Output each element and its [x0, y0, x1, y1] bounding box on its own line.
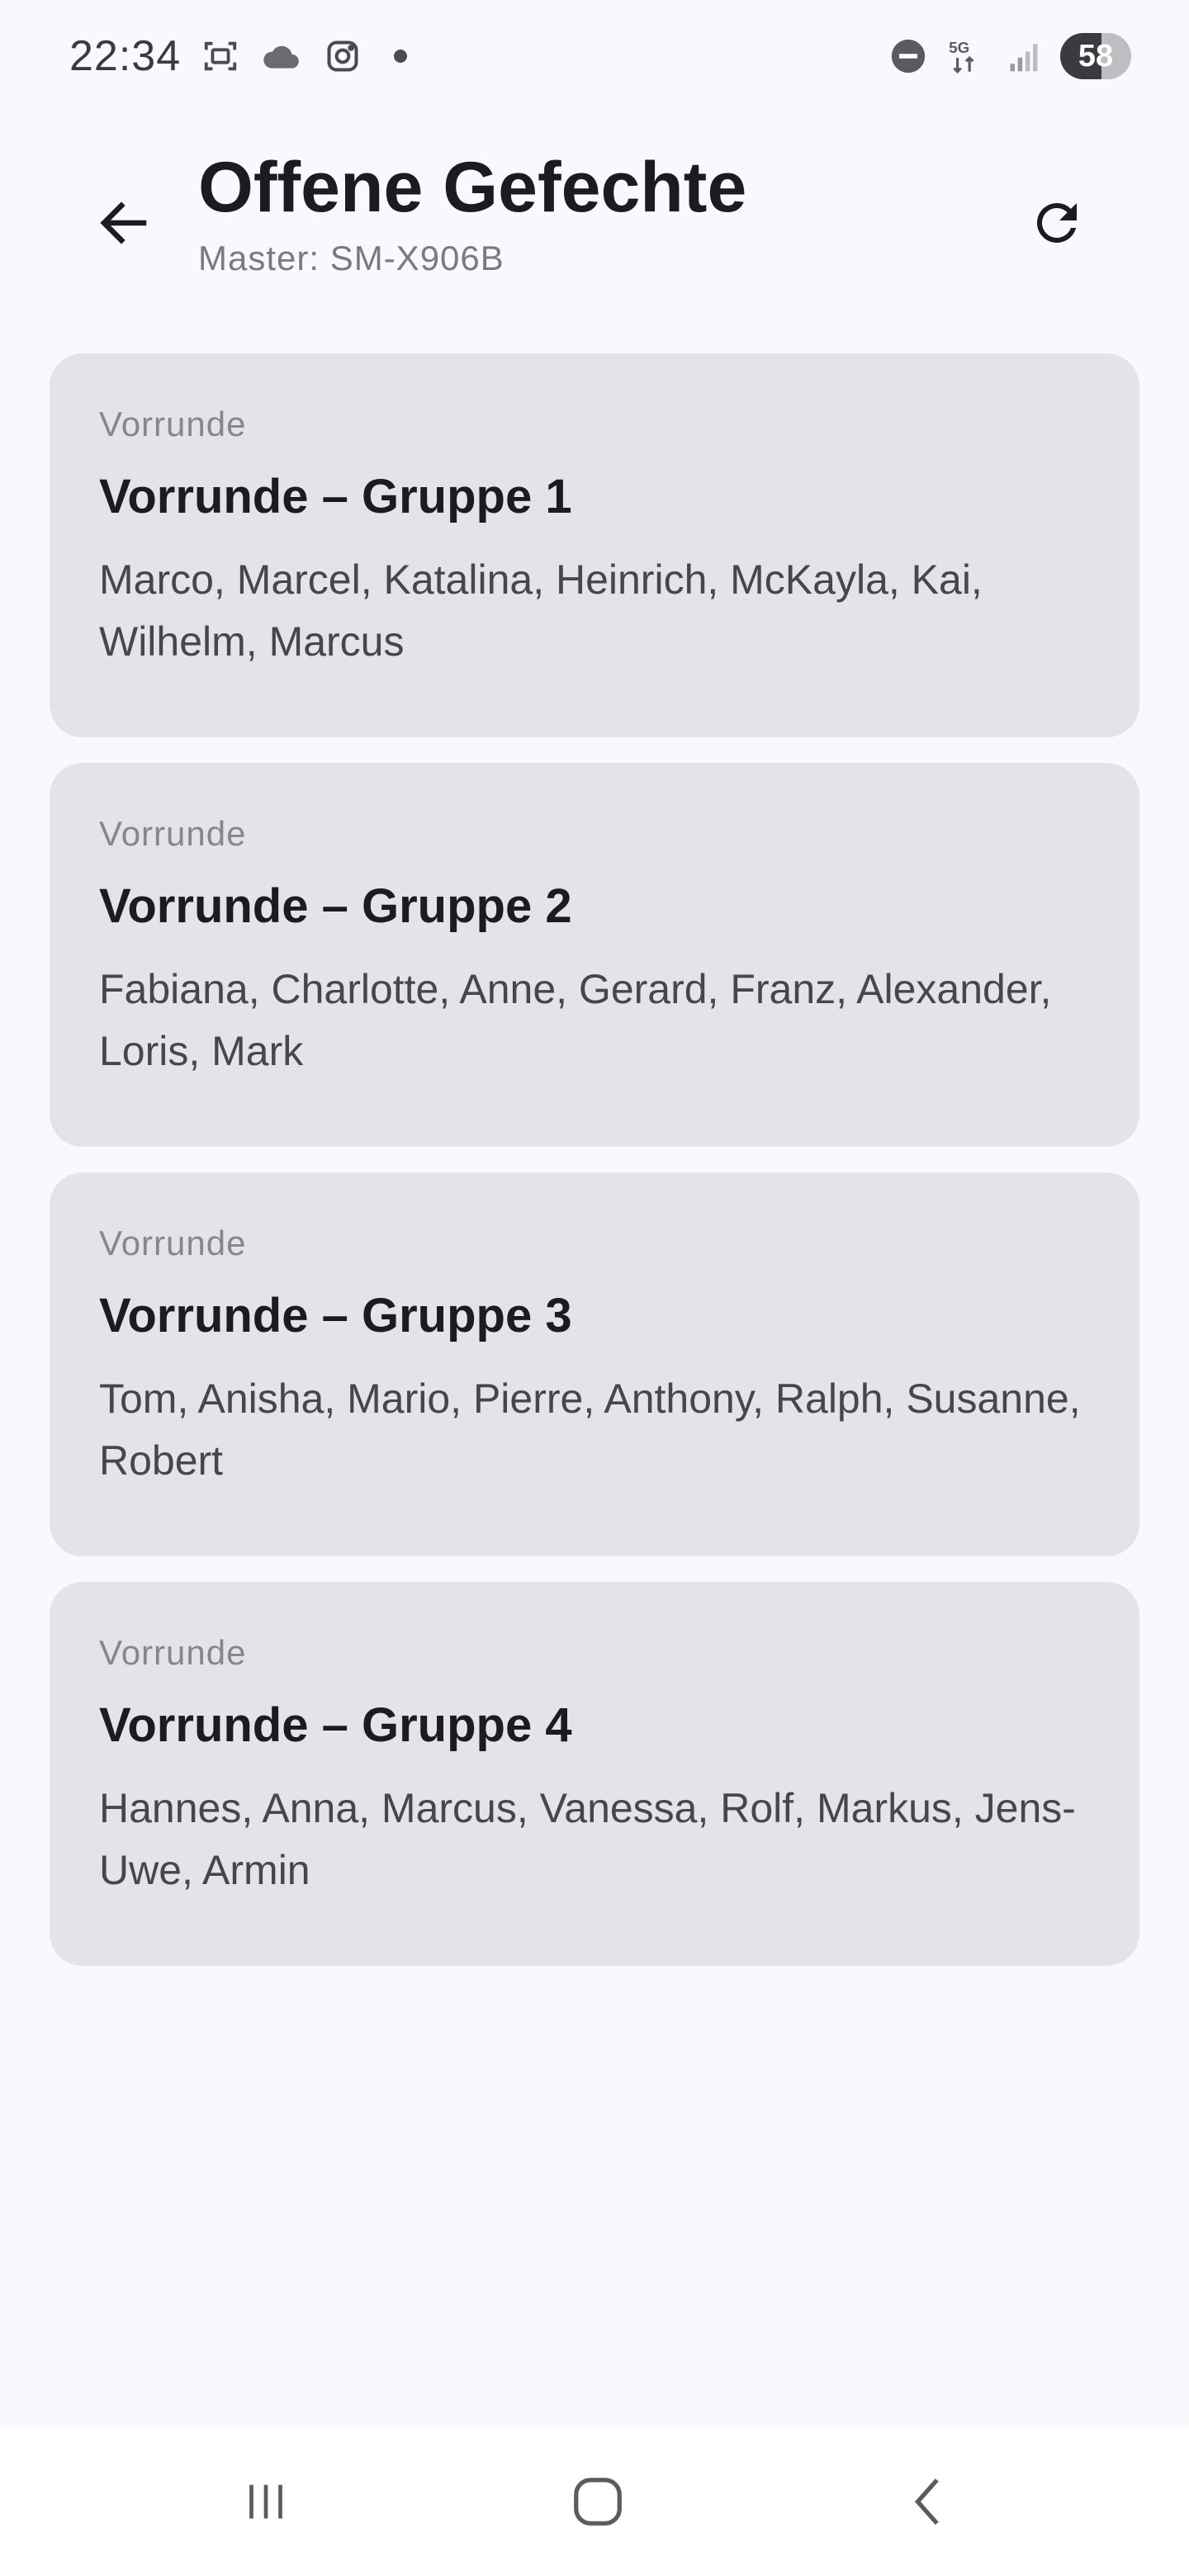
cloud-icon: [260, 35, 303, 78]
fight-round: Vorrunde: [99, 1633, 247, 1672]
signal-icon: [1002, 35, 1045, 78]
network-5g-label: 5G: [949, 39, 969, 56]
status-right: 5G 58: [887, 33, 1131, 79]
status-bar: 22:34 5G 58: [0, 0, 1189, 112]
page-title: Offene Gefechte: [198, 148, 747, 227]
back-icon: [914, 2479, 939, 2525]
fight-card[interactable]: Vorrunde Vorrunde – Gruppe 3 Tom, Anisha…: [50, 1172, 1139, 1556]
screenshot-icon: [199, 35, 242, 78]
fight-round: Vorrunde: [99, 1224, 247, 1262]
recent-apps-button[interactable]: [225, 2460, 307, 2543]
fight-title: Vorrunde – Gruppe 1: [99, 470, 572, 523]
fight-players: Fabiana, Charlotte, Anne, Gerard, Franz,…: [99, 966, 1052, 1074]
refresh-button[interactable]: [1016, 182, 1098, 264]
arrow-left-icon: [100, 201, 147, 244]
fight-title: Vorrunde – Gruppe 3: [99, 1289, 572, 1342]
fight-players: Hannes, Anna, Marcus, Vanessa, Rolf, Mar…: [99, 1785, 1076, 1893]
fight-list: Vorrunde Vorrunde – Gruppe 1 Marco, Marc…: [50, 353, 1139, 1966]
recent-apps-icon: [249, 2484, 282, 2519]
battery-label: 58: [1078, 38, 1114, 73]
status-left: 22:34: [69, 31, 408, 81]
back-button[interactable]: [83, 182, 165, 264]
fight-players: Marco, Marcel, Katalina, Heinrich, McKay…: [99, 556, 983, 665]
fight-round: Vorrunde: [99, 405, 247, 443]
system-back-button[interactable]: [888, 2460, 971, 2543]
page-subtitle: Master: SM-X906B: [198, 238, 504, 277]
do-not-disturb-icon: [887, 35, 930, 78]
home-icon: [574, 2478, 622, 2526]
navigation-bar: [0, 2427, 1189, 2576]
notification-dot-icon: [394, 50, 408, 63]
title-block: Offene Gefechte Master: SM-X906B: [198, 149, 746, 278]
fight-players: Tom, Anisha, Mario, Pierre, Anthony, Ral…: [99, 1376, 1081, 1484]
refresh-icon: [1036, 202, 1077, 243]
fight-title: Vorrunde – Gruppe 2: [99, 879, 572, 933]
status-time: 22:34: [69, 32, 182, 80]
fight-title: Vorrunde – Gruppe 4: [99, 1698, 572, 1752]
network-5g-icon: 5G: [945, 35, 988, 78]
battery-icon: 58: [1060, 33, 1131, 79]
instagram-icon: [321, 35, 364, 78]
screen: 22:34 5G 58 Offene Gefechte Master: SM-X…: [0, 0, 1189, 2576]
home-button[interactable]: [557, 2460, 639, 2543]
fight-round: Vorrunde: [99, 814, 247, 853]
fight-card[interactable]: Vorrunde Vorrunde – Gruppe 1 Marco, Marc…: [50, 353, 1139, 737]
top-app-bar: Offene Gefechte Master: SM-X906B: [0, 132, 1189, 297]
fight-card[interactable]: Vorrunde Vorrunde – Gruppe 4 Hannes, Ann…: [50, 1582, 1139, 1966]
fight-card[interactable]: Vorrunde Vorrunde – Gruppe 2 Fabiana, Ch…: [50, 763, 1139, 1147]
